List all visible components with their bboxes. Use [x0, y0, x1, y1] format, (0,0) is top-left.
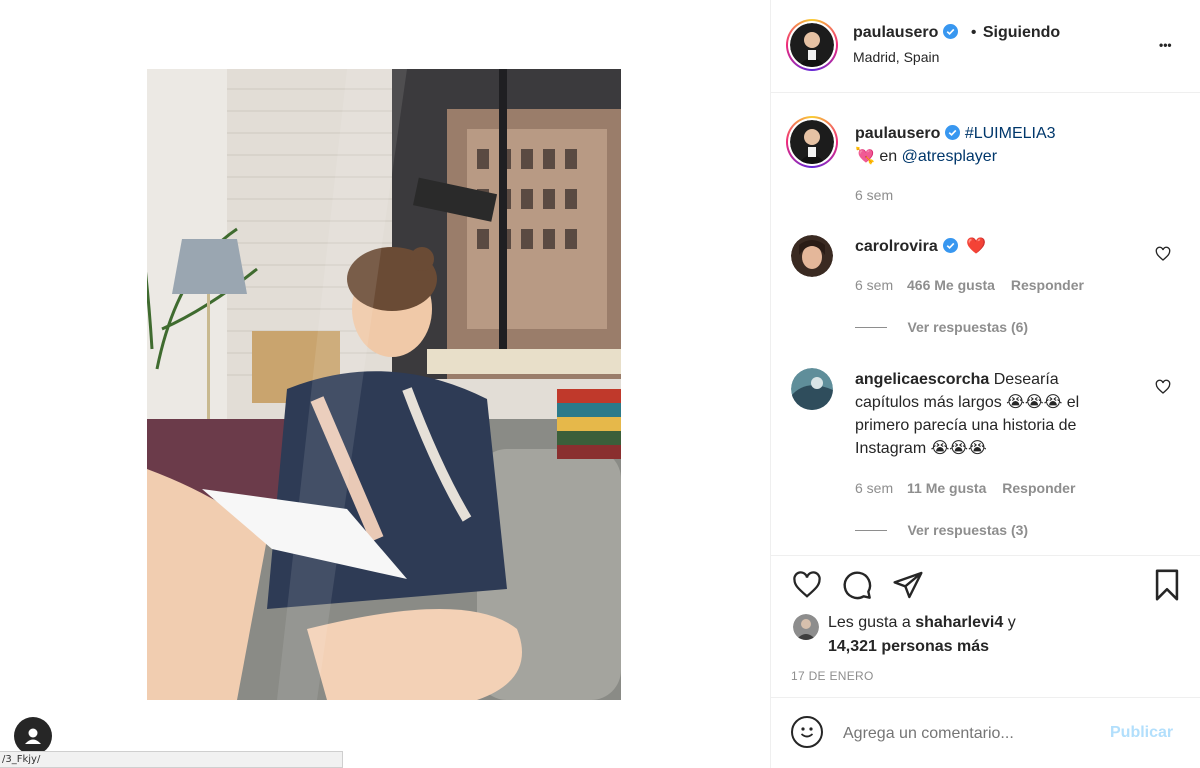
comment-reply-button[interactable]: Responder	[1011, 277, 1084, 293]
post-date[interactable]: 17 DE ENERO	[791, 669, 874, 683]
comment-1-meta: 6 sem 466 Me gusta Responder	[855, 277, 1084, 293]
following-button[interactable]: Siguiendo	[983, 24, 1060, 41]
profile-avatar-floating[interactable]	[14, 717, 52, 755]
comment-time[interactable]: 6 sem	[855, 480, 893, 496]
comment-username[interactable]: carolrovira	[855, 238, 938, 255]
comment-likes[interactable]: 11 Me gusta	[907, 480, 986, 496]
comment-like-heart-icon[interactable]	[1155, 246, 1171, 262]
caption-text-prefix: en	[879, 148, 898, 165]
comment-1-line: carolrovira ❤️	[855, 236, 986, 256]
caption-avatar	[790, 120, 834, 164]
comment-bubble-icon[interactable]	[841, 569, 873, 601]
user-silhouette-icon	[25, 728, 41, 744]
comment-2-text: angelicaescorcha Desearía capítulos más …	[855, 368, 1175, 460]
more-options-icon[interactable]: •••	[1159, 38, 1172, 52]
comment-avatar[interactable]	[791, 368, 833, 410]
comment-2-meta: 6 sem 11 Me gusta Responder	[855, 480, 1075, 496]
comment-reply-button[interactable]: Responder	[1002, 480, 1075, 496]
view-replies-2[interactable]: Ver respuestas (3)	[855, 522, 1028, 540]
author-story-ring[interactable]	[786, 19, 838, 71]
comment-username[interactable]: angelicaescorcha	[855, 371, 989, 388]
add-comment-input[interactable]	[843, 721, 1093, 747]
comment-like-heart-icon[interactable]	[1155, 379, 1171, 395]
comment-box-divider	[771, 697, 1200, 698]
caption-story-ring[interactable]	[786, 116, 838, 168]
comment-text: ❤️	[966, 238, 987, 255]
caption-hashtag[interactable]: #LUIMELIA3	[965, 125, 1056, 142]
likes-count[interactable]: 14,321 personas más	[828, 638, 989, 655]
verified-badge-icon	[943, 24, 959, 39]
comment-likes[interactable]: 466 Me gusta	[907, 277, 995, 293]
smiley-face-icon	[800, 727, 814, 738]
share-paper-plane-icon[interactable]	[892, 569, 924, 601]
actions-divider	[771, 555, 1200, 556]
liker-username[interactable]: shaharlevi4	[915, 614, 1003, 631]
author-avatar	[790, 23, 834, 67]
comment-text-line: Desearía	[993, 371, 1059, 388]
likes-prefix: Les gusta a	[828, 614, 911, 631]
view-replies-1[interactable]: Ver respuestas (6)	[855, 319, 1028, 337]
comment-time[interactable]: 6 sem	[855, 277, 893, 293]
header-divider	[771, 92, 1200, 93]
verified-badge-icon	[942, 238, 958, 253]
status-bar-url: /3_Fkjy/	[0, 751, 343, 768]
follow-separator: •	[970, 24, 977, 41]
caption-time[interactable]: 6 sem	[855, 187, 893, 203]
replies-line	[855, 530, 887, 531]
likes-summary: Les gusta a shaharlevi4 y 14,321 persona…	[828, 611, 1168, 659]
caption-username[interactable]: paulausero	[855, 125, 940, 142]
view-replies-label[interactable]: Ver respuestas (3)	[907, 522, 1028, 538]
caption-text: paulausero #LUIMELIA3 💘 en @atresplayer	[855, 122, 1175, 168]
post-location[interactable]: Madrid, Spain	[853, 49, 939, 65]
liker-avatar[interactable]	[793, 614, 819, 640]
save-bookmark-icon[interactable]	[1152, 568, 1182, 602]
comment-avatar[interactable]	[791, 235, 833, 277]
post-side-panel: paulausero • Siguiendo Madrid, Spain •••…	[770, 0, 1200, 768]
post-photo-illustration	[147, 69, 621, 700]
replies-line	[855, 327, 887, 328]
likes-joiner: y	[1007, 614, 1016, 631]
view-replies-label[interactable]: Ver respuestas (6)	[907, 319, 1028, 335]
cupid-heart-emoji: 💘	[855, 148, 875, 165]
verified-badge-icon	[945, 125, 961, 140]
comment-text-line: primero parecía una historia de	[855, 417, 1077, 434]
post-media-area	[0, 0, 770, 768]
emoji-picker-icon[interactable]	[791, 716, 823, 748]
comment-text-line: Instagram 😭😭😭	[855, 440, 987, 457]
caption-mention[interactable]: @atresplayer	[902, 148, 997, 165]
publish-button[interactable]: Publicar	[1110, 724, 1173, 742]
post-photo[interactable]	[147, 69, 621, 700]
like-heart-icon[interactable]	[791, 570, 823, 600]
author-username[interactable]: paulausero	[853, 24, 938, 41]
header-user-line: paulausero • Siguiendo	[853, 24, 1060, 42]
comment-text-line: capítulos más largos 😭😭😭 el	[855, 394, 1080, 411]
